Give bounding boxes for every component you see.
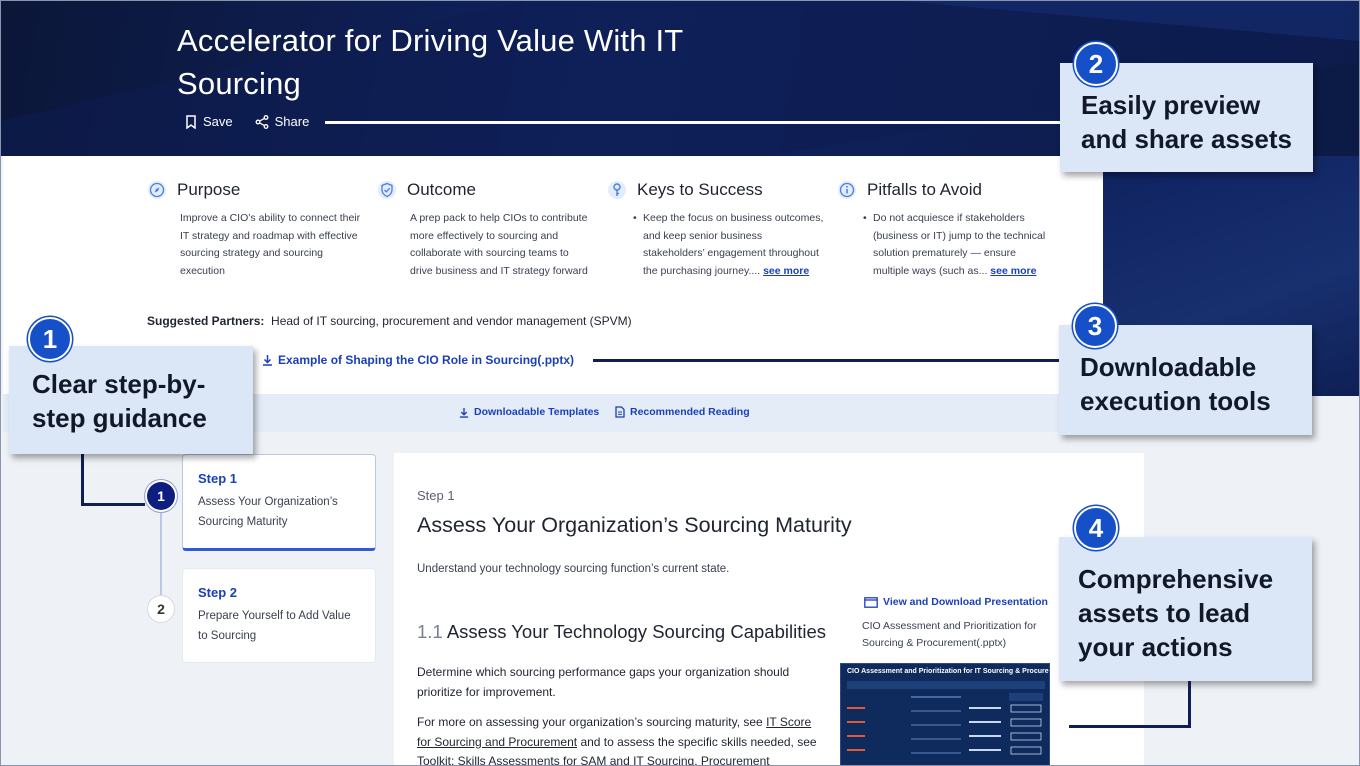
callout-2-badge: 2 <box>1074 42 1118 86</box>
hero-actions: Save Share <box>185 114 309 129</box>
callout-1-badge: 1 <box>28 317 72 361</box>
step-1-marker[interactable]: 1 <box>147 482 175 510</box>
slide-frame: Accelerator for Driving Value With IT So… <box>0 0 1360 766</box>
subsection-number: 1.1 <box>417 621 443 642</box>
document-icon <box>615 406 625 418</box>
subsection-heading: Assess Your Technology Sourcing Capabili… <box>446 621 826 642</box>
keys-section: Keys to Success Keep the focus on busine… <box>607 180 825 280</box>
content-paragraph: For more on assessing your organization’… <box>417 713 817 765</box>
outcome-text: A prep pack to help CIOs to contribute m… <box>410 212 588 277</box>
step-connector <box>160 511 162 595</box>
see-more-link[interactable]: see more <box>990 265 1036 277</box>
outcome-section: Outcome A prep pack to help CIOs to cont… <box>377 180 592 280</box>
presentation-thumbnail[interactable]: CIO Assessment and Prioritization for IT… <box>840 663 1050 765</box>
callout-text: Easily preview and share assets <box>1081 90 1293 154</box>
save-label: Save <box>203 114 233 129</box>
share-icon <box>255 114 269 129</box>
key-icon <box>608 181 626 199</box>
partners-value: Head of IT sourcing, procurement and ven… <box>271 314 632 328</box>
step-content-panel: Step 1 Assess Your Organization’s Sourci… <box>394 453 1144 765</box>
content-title: Assess Your Organization’s Sourcing Matu… <box>417 513 852 537</box>
download-icon <box>459 407 469 418</box>
pitfalls-list: Do not acquiesce if stakeholders (busine… <box>863 210 1055 280</box>
shield-check-icon <box>378 181 396 199</box>
keys-heading: Keys to Success <box>637 180 763 199</box>
presentation-filename: CIO Assessment and Prioritization for So… <box>862 620 1037 649</box>
info-icon <box>838 181 856 199</box>
outcome-heading: Outcome <box>407 180 476 199</box>
callout-2-connector <box>325 121 1060 124</box>
suggested-partners: Suggested Partners: Head of IT sourcing,… <box>147 314 632 328</box>
paragraph-text: For more on assessing your organization’… <box>417 715 763 729</box>
list-item: Do not acquiesce if stakeholders (busine… <box>863 210 1055 280</box>
content-step-label: Step 1 <box>417 488 455 503</box>
callout-1-connector <box>81 503 145 506</box>
step-description: Assess Your Organization’s Sourcing Matu… <box>198 496 338 528</box>
purpose-section: Purpose Improve a CIO’s ability to conne… <box>147 180 362 280</box>
callout-1-connector <box>81 453 84 505</box>
callout-text: Downloadable execution tools <box>1080 352 1271 416</box>
download-pptx-link[interactable]: Example of Shaping the CIO Role in Sourc… <box>262 353 574 367</box>
bookmark-icon <box>186 114 196 129</box>
tab-label: Recommended Reading <box>630 406 750 418</box>
purpose-heading: Purpose <box>177 180 241 199</box>
download-icon <box>263 355 272 366</box>
content-intro: Understand your technology sourcing func… <box>417 563 730 575</box>
callout-1: Clear step-by-step guidance <box>9 346 253 454</box>
pitfalls-section: Pitfalls to Avoid Do not acquiesce if st… <box>837 180 1052 280</box>
download-label: Example of Shaping the CIO Role in Sourc… <box>278 353 575 367</box>
share-button[interactable]: Share <box>255 114 310 129</box>
tab-label: Downloadable Templates <box>474 406 600 418</box>
presentation-icon <box>864 596 878 608</box>
pitfalls-heading: Pitfalls to Avoid <box>867 180 982 199</box>
subsection-title: 1.1 Assess Your Technology Sourcing Capa… <box>417 621 826 643</box>
thumbnail-graphic <box>847 681 1045 755</box>
share-label: Share <box>274 114 310 129</box>
step-2-card[interactable]: Step 2 Prepare Yourself to Add Value to … <box>182 568 376 663</box>
step-1-card[interactable]: Step 1 Assess Your Organization’s Sourci… <box>182 454 376 551</box>
compass-icon <box>148 181 166 199</box>
callout-text: Comprehensive assets to lead your action… <box>1078 564 1274 662</box>
purpose-text: Improve a CIO’s ability to connect their… <box>180 212 361 277</box>
callout-text: Clear step-by-step guidance <box>32 369 207 433</box>
content-paragraph: Determine which sourcing performance gap… <box>417 665 790 699</box>
thumbnail-title: CIO Assessment and Prioritization for IT… <box>847 668 1050 675</box>
step-label: Step 1 <box>198 471 238 486</box>
callout-4-connector <box>1188 681 1191 728</box>
save-button[interactable]: Save <box>185 114 233 129</box>
tab-recommended-reading[interactable]: Recommended Reading <box>615 406 750 418</box>
callout-3-connector <box>593 359 1061 362</box>
callout-4: Comprehensive assets to lead your action… <box>1059 537 1312 681</box>
step-description: Prepare Yourself to Add Value to Sourcin… <box>198 610 351 642</box>
paragraph-text: and to assess the specific skills needed… <box>580 734 794 749</box>
tab-downloadable-templates[interactable]: Downloadable Templates <box>459 406 599 418</box>
callout-4-badge: 4 <box>1074 506 1118 550</box>
view-link-label: View and Download Presentation <box>883 596 1048 608</box>
callout-3-badge: 3 <box>1073 304 1117 348</box>
see-more-link[interactable]: see more <box>763 265 809 277</box>
keys-list: Keep the focus on business outcomes, and… <box>633 210 825 280</box>
partners-label: Suggested Partners: <box>147 314 265 328</box>
step-label: Step 2 <box>198 585 238 600</box>
callout-4-connector <box>1069 725 1191 728</box>
list-item: Keep the focus on business outcomes, and… <box>633 210 825 280</box>
view-download-presentation-link[interactable]: View and Download Presentation <box>864 596 1048 608</box>
page-title: Accelerator for Driving Value With IT So… <box>177 23 683 101</box>
step-2-marker[interactable]: 2 <box>147 595 175 623</box>
